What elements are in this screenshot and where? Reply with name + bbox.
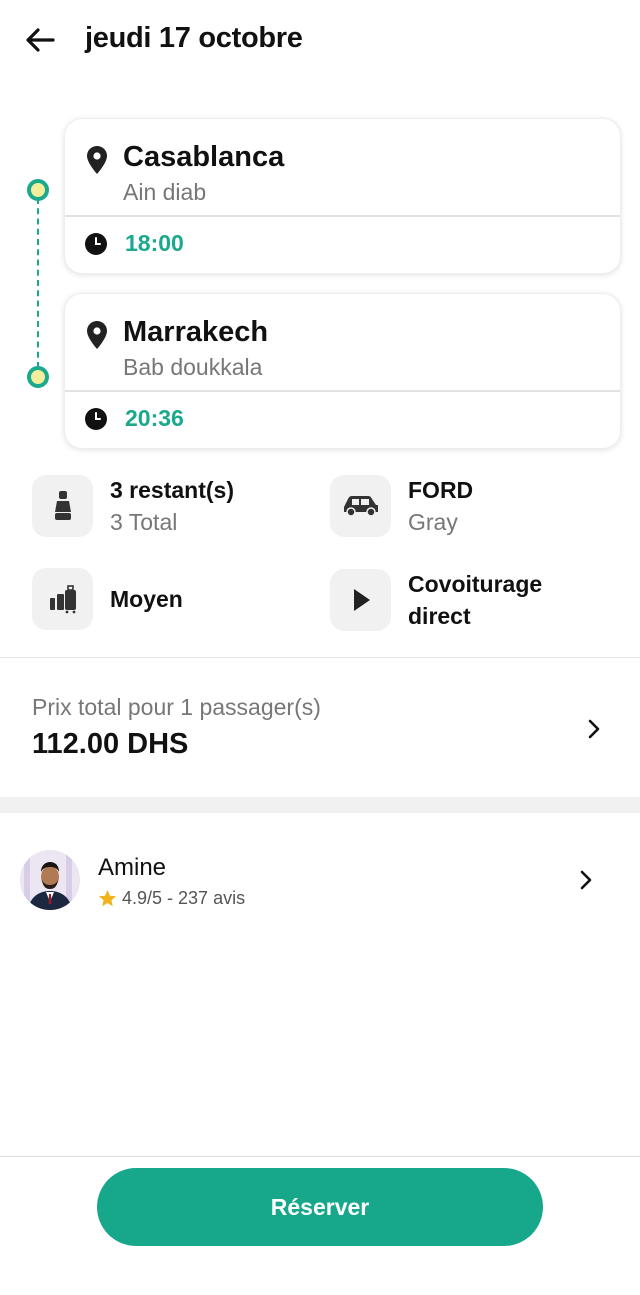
rating-text: 4.9/5 - 237 avis xyxy=(122,888,246,908)
page-title: jeudi 17 octobre xyxy=(85,22,303,54)
luggage-size: Moyen xyxy=(110,586,183,612)
clock-icon xyxy=(85,233,107,255)
car-brand: FORD xyxy=(408,477,474,503)
departure-dot xyxy=(27,179,49,201)
section-separator xyxy=(0,797,640,813)
luggage-icon xyxy=(32,568,93,630)
ride-type-info: Covoiturage direct xyxy=(330,568,578,632)
car-icon xyxy=(330,475,391,537)
bottom-divider xyxy=(0,1156,640,1157)
seats-remaining: 3 restant(s) xyxy=(110,477,234,503)
price-label: Prix total pour 1 passager(s) xyxy=(32,694,321,720)
price-value: 112.00 DHS xyxy=(32,728,189,760)
clock-icon xyxy=(85,408,107,430)
departure-place: Ain diab xyxy=(123,179,207,205)
driver-name: Amine xyxy=(98,854,167,881)
chevron-right-icon xyxy=(580,870,592,890)
departure-city: Casablanca xyxy=(123,141,285,173)
route-timeline-line xyxy=(37,198,39,368)
driver-row[interactable]: Amine 4.9/5 - 237 avis xyxy=(0,830,640,920)
card-divider xyxy=(65,215,620,217)
reserve-button[interactable]: Réserver xyxy=(97,1168,543,1246)
location-pin-icon xyxy=(87,321,107,349)
card-divider xyxy=(65,390,620,392)
departure-card: Casablanca Ain diab 18:00 xyxy=(64,118,621,274)
arrival-place: Bab doukkala xyxy=(123,354,263,380)
seats-total: 3 Total xyxy=(110,509,178,535)
price-row[interactable]: Prix total pour 1 passager(s) 112.00 DHS xyxy=(0,680,640,780)
car-info: FORD Gray xyxy=(330,474,473,538)
back-arrow-icon[interactable] xyxy=(22,22,58,58)
driver-rating: 4.9/5 - 237 avis xyxy=(98,888,245,909)
departure-time: 18:00 xyxy=(125,230,184,256)
star-icon xyxy=(98,889,117,907)
arrival-city: Marrakech xyxy=(123,316,269,348)
arrival-card: Marrakech Bab doukkala 20:36 xyxy=(64,293,621,449)
car-color: Gray xyxy=(408,509,458,535)
seats-info: 3 restant(s) 3 Total xyxy=(32,474,234,538)
ride-type: Covoiturage direct xyxy=(408,571,543,629)
chevron-right-icon xyxy=(588,719,600,739)
arrival-time: 20:36 xyxy=(125,405,184,431)
location-pin-icon xyxy=(87,146,107,174)
seat-icon xyxy=(32,475,93,537)
luggage-info: Moyen xyxy=(32,568,183,630)
arrival-dot xyxy=(27,366,49,388)
divider xyxy=(0,657,640,658)
avatar xyxy=(20,850,80,910)
header: jeudi 17 octobre xyxy=(0,0,640,80)
play-icon xyxy=(330,569,391,631)
